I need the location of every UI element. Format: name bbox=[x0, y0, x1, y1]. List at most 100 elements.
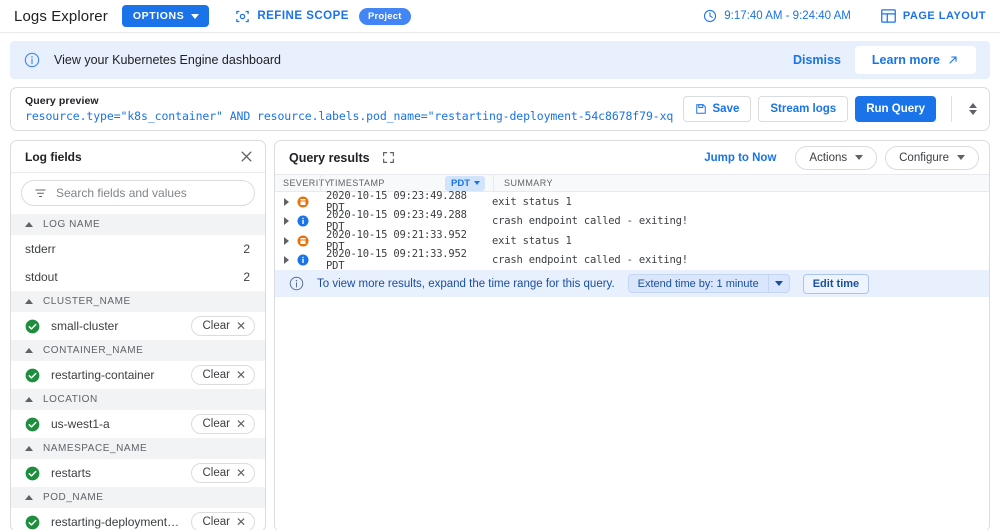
log-fields-item-label: us-west1-a bbox=[51, 417, 110, 431]
severity-error-icon bbox=[297, 235, 309, 247]
severity-info-icon bbox=[297, 215, 309, 227]
close-icon: ✕ bbox=[235, 319, 246, 333]
chevron-right-icon bbox=[283, 236, 289, 245]
scope-target-icon bbox=[236, 10, 250, 22]
column-header-summary-label: SUMMARY bbox=[504, 178, 553, 188]
page-layout-button[interactable]: PAGE LAYOUT bbox=[881, 9, 986, 23]
clear-label: Clear bbox=[202, 320, 230, 332]
log-fields-item[interactable]: restarting-container Clear ✕ bbox=[11, 361, 265, 389]
page-title: Logs Explorer bbox=[14, 7, 108, 25]
chevron-right-icon bbox=[283, 256, 289, 265]
log-fields-group-label: LOG NAME bbox=[43, 219, 101, 230]
log-fields-item[interactable]: restarts Clear ✕ bbox=[11, 459, 265, 487]
log-fields-search-wrap bbox=[11, 173, 265, 214]
chevron-right-icon bbox=[283, 217, 289, 226]
edit-time-button[interactable]: Edit time bbox=[802, 273, 870, 294]
banner-text: View your Kubernetes Engine dashboard bbox=[54, 53, 282, 67]
log-fields-list[interactable]: LOG NAME stderr 2 stdout 2 CLUSTER_NAME small-… bbox=[11, 214, 265, 530]
log-fields-item-count: 2 bbox=[243, 242, 250, 256]
chevron-down-glyph bbox=[774, 281, 783, 286]
clear-filter-button[interactable]: Clear ✕ bbox=[191, 463, 255, 483]
column-header-timestamp[interactable]: TIMESTAMP PDT bbox=[320, 175, 493, 191]
log-fields-item[interactable]: small-cluster Clear ✕ bbox=[11, 312, 265, 340]
chevron-up-icon bbox=[25, 348, 33, 353]
scope-project-chip[interactable]: Project bbox=[358, 7, 411, 25]
time-range-label: 9:17:40 AM - 9:24:40 AM bbox=[724, 10, 851, 22]
log-fields-group-label: POD_NAME bbox=[43, 492, 104, 503]
clear-label: Clear bbox=[202, 467, 230, 479]
clear-filter-button[interactable]: Clear ✕ bbox=[191, 316, 255, 336]
jump-to-now-button[interactable]: Jump to Now bbox=[693, 146, 787, 170]
query-results-header: Query results Jump to Now Actions Config… bbox=[275, 141, 989, 174]
query-preview-panel: Query preview resource.type="k8s_contain… bbox=[10, 87, 990, 131]
log-fields-item[interactable]: stderr 2 bbox=[11, 235, 265, 263]
clear-label: Clear bbox=[202, 369, 230, 381]
filter-funnel-icon bbox=[35, 188, 46, 197]
time-range-selector[interactable]: 9:17:40 AM - 9:24:40 AM bbox=[703, 9, 851, 23]
close-icon: ✕ bbox=[235, 515, 246, 529]
extend-time-select[interactable]: Extend time by: 1 minute bbox=[627, 274, 790, 293]
run-query-button[interactable]: Run Query bbox=[855, 96, 936, 122]
external-link-arrow-icon bbox=[949, 56, 957, 64]
timezone-chip[interactable]: PDT bbox=[445, 175, 485, 191]
log-fields-item[interactable]: restarting-deployment-54c8678… Clear ✕ bbox=[11, 508, 265, 530]
clear-filter-button[interactable]: Clear ✕ bbox=[191, 414, 255, 434]
chevron-down-icon[interactable] bbox=[767, 275, 789, 292]
chevron-up-icon bbox=[25, 222, 33, 227]
main-content: Log fields LOG NAME stderr 2 stdout 2 CLUSTER… bbox=[10, 140, 990, 530]
search-fields-container[interactable] bbox=[21, 180, 255, 206]
expand-row-button[interactable] bbox=[275, 197, 291, 206]
learn-more-label: Learn more bbox=[871, 53, 940, 67]
banner-actions: Dismiss Learn more bbox=[793, 46, 976, 74]
log-fields-group-header[interactable]: LOG NAME bbox=[11, 214, 265, 235]
stream-logs-button[interactable]: Stream logs bbox=[758, 96, 849, 122]
save-button[interactable]: Save bbox=[682, 96, 752, 122]
expand-row-button[interactable] bbox=[275, 236, 291, 245]
column-header-summary: SUMMARY bbox=[493, 175, 989, 191]
actions-dropdown[interactable]: Actions bbox=[795, 145, 878, 170]
timezone-label: PDT bbox=[451, 177, 470, 189]
configure-label: Configure bbox=[899, 151, 949, 164]
log-fields-group-header[interactable]: CLUSTER_NAME bbox=[11, 291, 265, 312]
check-circle-filled-icon bbox=[25, 319, 40, 333]
query-preview-query: resource.type="k8s_container" AND resour… bbox=[25, 109, 673, 123]
expand-collapse-chevrons-icon[interactable] bbox=[965, 101, 981, 117]
expand-fullscreen-icon[interactable] bbox=[382, 151, 395, 164]
clear-label: Clear bbox=[202, 418, 230, 430]
log-fields-group-header[interactable]: LOCATION bbox=[11, 389, 265, 410]
cell-summary: crash endpoint called - exiting! bbox=[492, 215, 688, 228]
log-fields-item[interactable]: us-west1-a Clear ✕ bbox=[11, 410, 265, 438]
expand-row-button[interactable] bbox=[275, 256, 291, 265]
log-fields-group-header[interactable]: NAMESPACE_NAME bbox=[11, 438, 265, 459]
info-icon bbox=[289, 276, 304, 291]
chevron-up-icon bbox=[969, 103, 977, 108]
clear-filter-button[interactable]: Clear ✕ bbox=[191, 365, 255, 385]
close-log-fields-button[interactable] bbox=[233, 144, 259, 170]
expand-row-button[interactable] bbox=[275, 217, 291, 226]
table-row[interactable]: 2020-10-15 09:21:33.952 PDT crash endpoin… bbox=[275, 248, 989, 272]
chevron-up-icon bbox=[25, 299, 33, 304]
clear-filter-button[interactable]: Clear ✕ bbox=[191, 512, 255, 530]
log-fields-group-header[interactable]: POD_NAME bbox=[11, 487, 265, 508]
severity-error-icon bbox=[297, 196, 309, 208]
query-preview-text-area[interactable]: Query preview resource.type="k8s_contain… bbox=[25, 95, 673, 123]
chevron-down-icon bbox=[969, 110, 977, 115]
log-fields-item[interactable]: stdout 2 bbox=[11, 263, 265, 291]
close-icon: ✕ bbox=[235, 368, 246, 382]
close-icon: ✕ bbox=[235, 466, 246, 480]
results-table-body[interactable]: 2020-10-15 09:23:49.288 PDT exit status 1… bbox=[275, 190, 989, 272]
refine-scope-button[interactable]: REFINE SCOPE Project bbox=[235, 7, 411, 25]
configure-dropdown[interactable]: Configure bbox=[885, 145, 979, 170]
extend-time-bar: To view more results, expand the time ra… bbox=[275, 270, 989, 297]
column-header-timestamp-label: TIMESTAMP bbox=[329, 178, 385, 188]
top-bar: Logs Explorer OPTIONS REFINE SCOPE Proje… bbox=[0, 0, 1000, 33]
dismiss-button[interactable]: Dismiss bbox=[793, 53, 841, 67]
search-input[interactable] bbox=[56, 186, 242, 200]
log-fields-group-header[interactable]: CONTAINER_NAME bbox=[11, 340, 265, 361]
options-button[interactable]: OPTIONS bbox=[121, 5, 210, 27]
clear-label: Clear bbox=[202, 516, 230, 528]
query-preview-actions: Save Stream logs Run Query bbox=[682, 96, 981, 122]
kubernetes-dashboard-banner: View your Kubernetes Engine dashboard Di… bbox=[10, 41, 990, 79]
learn-more-button[interactable]: Learn more bbox=[854, 46, 976, 74]
log-fields-item-count: 2 bbox=[243, 270, 250, 284]
